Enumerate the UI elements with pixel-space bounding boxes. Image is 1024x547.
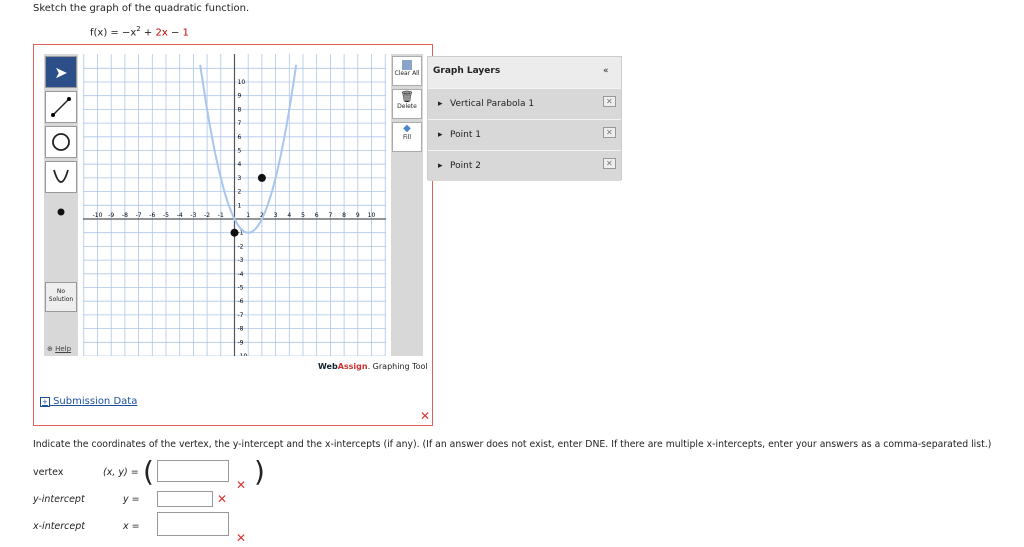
- circle-tool[interactable]: [45, 126, 77, 158]
- graph-actions-bar: Clear All 🗑 Delete ◆ Fill: [391, 54, 423, 356]
- fill-button[interactable]: ◆ Fill: [392, 122, 422, 152]
- webassign-logo: WebAssign. Graphing Tool: [318, 362, 428, 371]
- y-intercept-incorrect-icon: ✕: [217, 492, 228, 506]
- layer-item[interactable]: ▸ Point 1 ✕: [428, 119, 621, 150]
- instructions: Indicate the coordinates of the vertex, …: [33, 439, 992, 450]
- x-tick-label: 6: [315, 212, 319, 219]
- no-solution-button[interactable]: No Solution: [45, 282, 77, 312]
- parabola-icon: [53, 169, 69, 183]
- y-tick-label: -8: [238, 326, 244, 333]
- y-tick-label: -6: [238, 298, 244, 305]
- clear-all-button[interactable]: Clear All: [392, 56, 422, 86]
- x-tick-label: -5: [163, 212, 169, 219]
- x-tick-label: -10: [93, 212, 103, 219]
- x-tick-label: -4: [177, 212, 183, 219]
- vertex-equation: (x, y) =: [103, 467, 139, 478]
- graph-canvas[interactable]: -10 -9 -8 -7 -6 -5 -4 -3 -2 -1 1 2 3 4 5 6 7 8 9 10 10 9 8 7 6 5 4…: [83, 54, 386, 356]
- function-formula: f(x) = −x2 + 2x − 1: [90, 25, 189, 39]
- y-tick-label: 1: [238, 202, 242, 209]
- layer-expand-icon: ▸: [438, 130, 443, 140]
- y-intercept-label: y-intercept: [33, 494, 85, 505]
- x-tick-label: 4: [287, 212, 291, 219]
- point-tool[interactable]: [45, 196, 77, 228]
- x-tick-label: 10: [368, 212, 376, 219]
- x-tick-label: -8: [122, 212, 128, 219]
- x-intercept-incorrect-icon: ✕: [236, 531, 247, 545]
- y-tick-label: 4: [238, 161, 242, 168]
- open-paren: (: [143, 455, 154, 488]
- layer-item[interactable]: ▸ Vertical Parabola 1 ✕: [428, 88, 621, 119]
- submission-data-link[interactable]: + Submission Data: [40, 396, 137, 407]
- x-tick-label: 8: [342, 212, 346, 219]
- drawing-toolbar: ➤ No Solution: [44, 54, 78, 356]
- x-tick-label: -2: [204, 212, 210, 219]
- x-tick-label: -7: [136, 212, 142, 219]
- x-tick-label: 9: [356, 212, 360, 219]
- delete-button[interactable]: 🗑 Delete: [392, 89, 422, 119]
- y-tick-label: 10: [238, 79, 246, 86]
- graph-layers-panel: Graph Layers « ▸ Vertical Parabola 1 ✕ ▸ Po…: [427, 56, 622, 181]
- y-tick-label: -4: [238, 271, 244, 278]
- y-tick-label: -2: [238, 243, 244, 250]
- layer-expand-icon: ▸: [438, 161, 443, 171]
- question-prompt: Sketch the graph of the quadratic functi…: [33, 3, 250, 14]
- clear-icon: [402, 60, 412, 70]
- x-tick-label: -1: [218, 212, 224, 219]
- remove-layer-icon[interactable]: ✕: [603, 96, 616, 107]
- pointer-tool[interactable]: ➤: [45, 56, 77, 88]
- remove-layer-icon[interactable]: ✕: [603, 158, 616, 169]
- cursor-icon: ➤: [54, 62, 68, 82]
- y-tick-label: -9: [238, 339, 244, 346]
- x-tick-label: 7: [328, 212, 332, 219]
- expand-icon: +: [40, 397, 50, 407]
- y-tick-label: -3: [238, 257, 244, 264]
- layer-expand-icon: ▸: [438, 99, 443, 109]
- parabola-tool[interactable]: [45, 161, 77, 193]
- x-tick-label: -9: [108, 212, 114, 219]
- remove-layer-icon[interactable]: ✕: [603, 127, 616, 138]
- y-intercept-input[interactable]: [157, 491, 213, 507]
- y-tick-label: -5: [238, 285, 244, 292]
- vertex-incorrect-icon: ✕: [236, 478, 247, 492]
- close-paren: ): [254, 455, 265, 488]
- graph-point[interactable]: [257, 173, 266, 182]
- circle-icon: [52, 133, 70, 151]
- line-icon: [51, 97, 71, 117]
- vertex-label: vertex: [33, 467, 64, 478]
- point-icon: [57, 208, 65, 216]
- x-intercept-input[interactable]: [157, 512, 229, 536]
- trash-icon: 🗑: [400, 90, 414, 103]
- fill-icon: ◆: [403, 123, 411, 134]
- help-link[interactable]: ⊕ Help: [47, 345, 71, 353]
- x-tick-label: 1: [246, 212, 250, 219]
- x-intercept-label: x-intercept: [33, 521, 86, 532]
- y-tick-label: 3: [238, 175, 242, 182]
- y-tick-label: 6: [238, 134, 242, 141]
- y-tick-label: 8: [238, 106, 242, 113]
- x-tick-label: 5: [301, 212, 305, 219]
- vertex-input[interactable]: [157, 460, 229, 482]
- y-tick-label: -10: [238, 353, 248, 356]
- y-tick-label: 9: [238, 93, 242, 100]
- y-tick-label: 5: [238, 148, 242, 155]
- layer-item[interactable]: ▸ Point 2 ✕: [428, 150, 621, 181]
- collapse-button[interactable]: «: [603, 66, 609, 76]
- incorrect-icon: ✕: [420, 409, 431, 423]
- help-icon: ⊕: [47, 345, 53, 353]
- y-intercept-equation: y =: [123, 494, 140, 505]
- x-tick-label: -3: [190, 212, 196, 219]
- layers-title: Graph Layers: [433, 66, 501, 76]
- x-tick-label: -6: [149, 212, 155, 219]
- y-tick-label: 2: [238, 189, 242, 196]
- graph-point[interactable]: [230, 228, 239, 237]
- y-tick-label: 7: [238, 120, 242, 127]
- line-tool[interactable]: [45, 91, 77, 123]
- y-tick-label: -7: [238, 312, 244, 319]
- x-intercept-equation: x =: [123, 521, 140, 532]
- x-tick-label: 3: [274, 212, 278, 219]
